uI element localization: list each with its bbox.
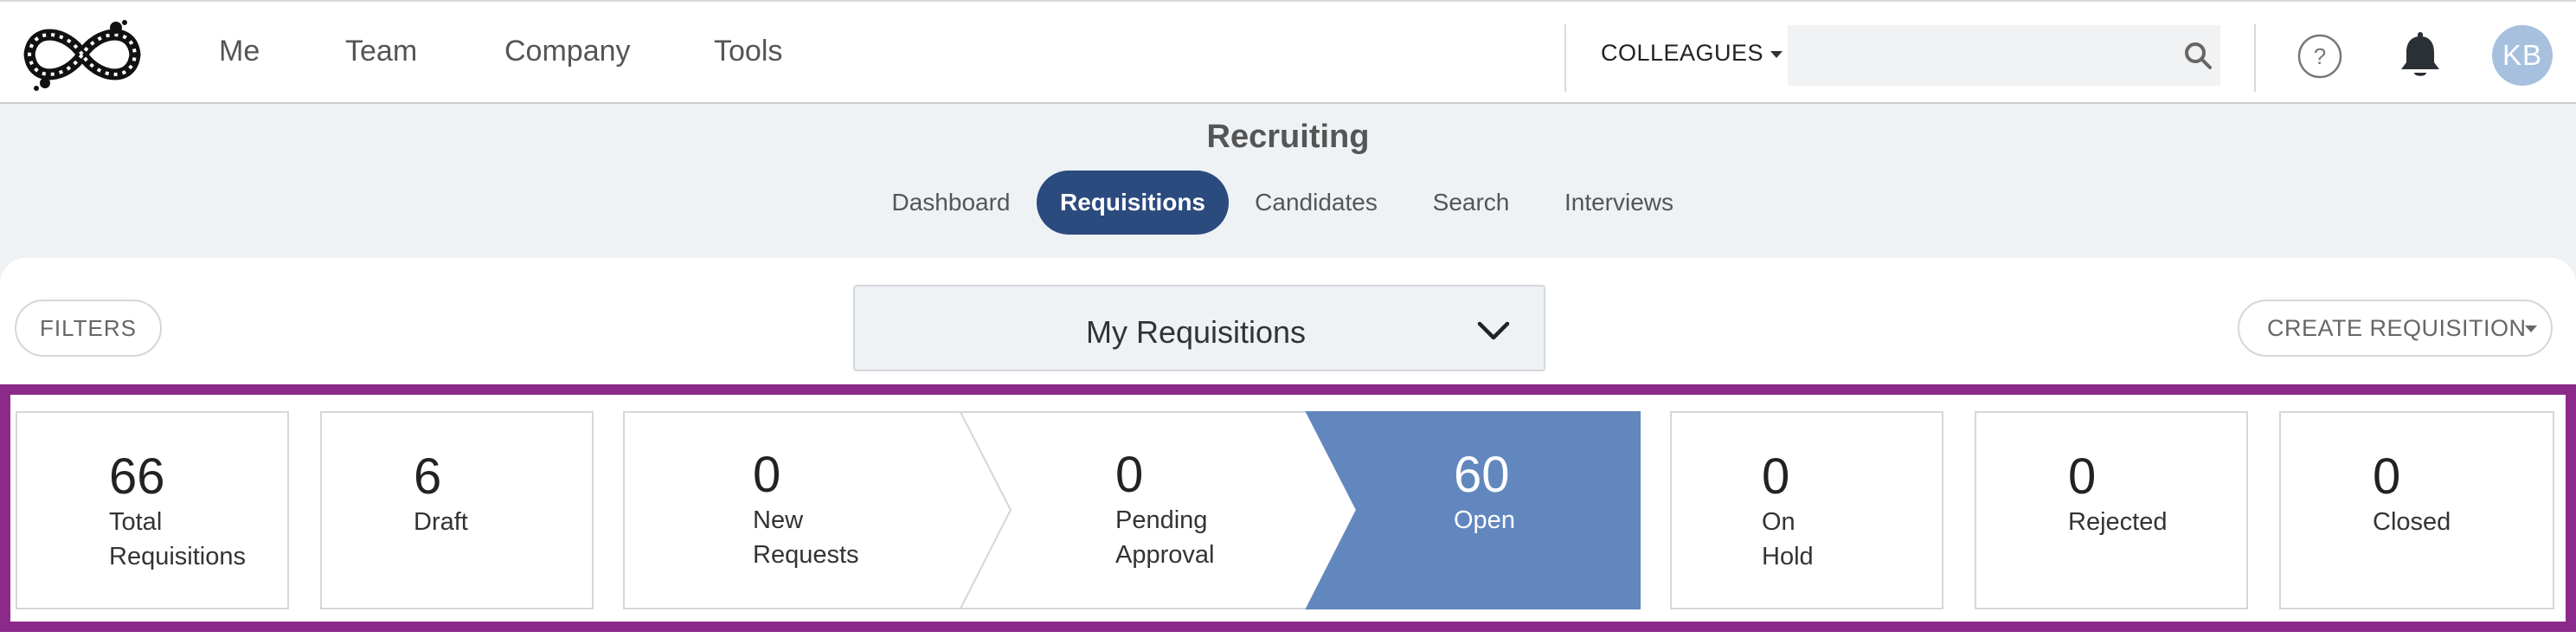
- status-card-draft[interactable]: 6 Draft: [320, 411, 594, 609]
- selected-view-label: My Requisitions: [1085, 314, 1307, 350]
- nav-item-team[interactable]: Team: [345, 35, 417, 68]
- help-icon[interactable]: ?: [2297, 33, 2343, 80]
- status-count: 0: [2068, 448, 2097, 505]
- status-count: 0: [2373, 448, 2401, 505]
- status-label: Draft: [414, 508, 468, 536]
- nav-item-me[interactable]: Me: [219, 35, 260, 68]
- colleagues-label: COLLEAGUES: [1601, 40, 1764, 66]
- status-label: Pending: [1115, 506, 1208, 534]
- search-icon[interactable]: [2182, 40, 2213, 71]
- tab-dashboard[interactable]: Dashboard: [883, 171, 1019, 235]
- tab-label: Search: [1432, 189, 1510, 216]
- search-input[interactable]: [1788, 25, 2220, 86]
- status-count: 0: [753, 447, 781, 503]
- status-card-rejected[interactable]: 0 Rejected: [1975, 411, 2248, 609]
- tab-interviews[interactable]: Interviews: [1556, 171, 1682, 235]
- avatar[interactable]: KB: [2492, 25, 2553, 86]
- nav-item-company[interactable]: Company: [504, 35, 631, 68]
- svg-text:?: ?: [2314, 43, 2326, 69]
- status-label: Requests: [753, 541, 859, 569]
- status-card-closed[interactable]: 0 Closed: [2279, 411, 2554, 609]
- requisitions-view-select[interactable]: My Requisitions: [853, 285, 1545, 371]
- tab-requisitions[interactable]: Requisitions: [1037, 171, 1229, 235]
- chevron-down-icon: [1477, 321, 1510, 340]
- status-label: Requisitions: [109, 543, 246, 570]
- caret-down-icon: [2525, 325, 2537, 332]
- create-requisition-button[interactable]: CREATE REQUISITION: [2238, 300, 2553, 357]
- status-label: Hold: [1762, 543, 1814, 570]
- tab-label: Requisitions: [1059, 189, 1205, 216]
- page-title: Recruiting: [1206, 119, 1370, 155]
- section-tabs: Dashboard Requisitions Candidates Search…: [0, 171, 2576, 235]
- status-count: 66: [109, 448, 165, 505]
- tab-label: Dashboard: [891, 189, 1011, 216]
- avatar-initials: KB: [2502, 39, 2543, 71]
- tab-label: Interviews: [1564, 189, 1674, 216]
- status-card-total[interactable]: 66 Total Requisitions: [16, 411, 289, 609]
- status-label: Closed: [2373, 508, 2451, 536]
- tab-candidates[interactable]: Candidates: [1246, 171, 1386, 235]
- status-count: 6: [414, 448, 442, 505]
- status-label: Rejected: [2068, 508, 2168, 536]
- filters-button[interactable]: FILTERS: [15, 300, 162, 357]
- status-count: 0: [1762, 448, 1790, 505]
- status-label: Approval: [1115, 541, 1215, 569]
- status-label: On: [1762, 508, 1795, 536]
- top-navigation: Me Team Company Tools COLLEAGUES ? KB: [0, 0, 2576, 104]
- status-label: New: [753, 506, 804, 534]
- tab-search[interactable]: Search: [1404, 171, 1539, 235]
- create-requisition-label: CREATE REQUISITION: [2267, 314, 2527, 341]
- colleagues-dropdown[interactable]: COLLEAGUES: [1601, 40, 1783, 67]
- infinity-logo-icon[interactable]: [19, 17, 145, 92]
- caret-down-icon: [1770, 50, 1783, 58]
- divider: [1564, 24, 1566, 92]
- workflow-step-new-requests[interactable]: [623, 411, 1012, 609]
- status-label: Total: [109, 508, 163, 536]
- status-label: Open: [1454, 506, 1515, 534]
- tab-label: Candidates: [1255, 189, 1378, 216]
- status-card-on-hold[interactable]: 0 On Hold: [1670, 411, 1943, 609]
- divider: [2254, 24, 2256, 92]
- status-count: 60: [1454, 447, 1510, 503]
- bell-icon[interactable]: [2397, 31, 2444, 81]
- status-count: 0: [1115, 447, 1144, 503]
- nav-item-tools[interactable]: Tools: [714, 35, 782, 68]
